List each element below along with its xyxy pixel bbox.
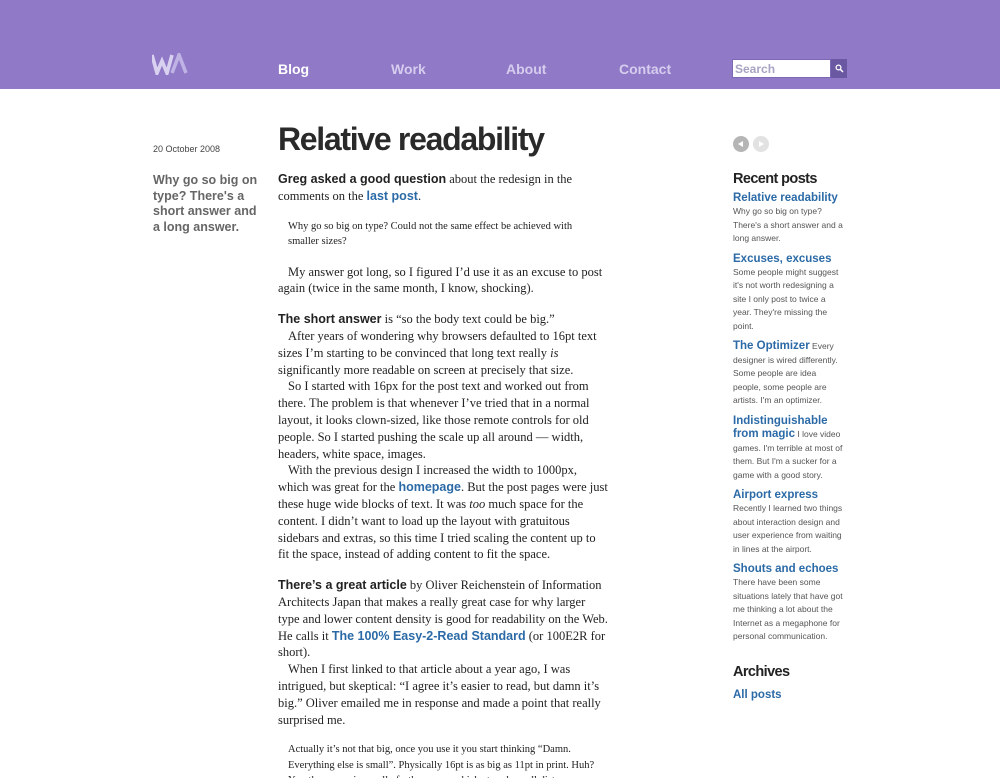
post-summary: Why go so big on type? There's a short a…: [153, 173, 258, 234]
nav-contact[interactable]: Contact: [619, 61, 671, 77]
paragraph-scale: So I started with 16px for the post text…: [278, 379, 590, 461]
easy-2-read-link[interactable]: The 100% Easy-2-Read Standard: [332, 629, 526, 643]
paragraph-first-linked: When I first linked to that article abou…: [278, 662, 601, 727]
recent-post-item: Shouts and echoes There have been some s…: [733, 563, 845, 644]
search-input[interactable]: [732, 59, 831, 78]
nav-blog[interactable]: Blog: [278, 61, 309, 77]
nav-about[interactable]: About: [506, 61, 546, 77]
paragraph-text: is “so the body text could be big.”: [381, 312, 555, 327]
sidebar: Recent posts Relative readability Why go…: [733, 171, 845, 703]
paragraph-browsers: After years of wondering why browsers de…: [278, 328, 608, 378]
recent-post-desc: Recently I learned two things about inte…: [733, 503, 843, 554]
paragraph-short-answer: The short answer is “so the body text co…: [278, 311, 608, 328]
recent-post-desc: There have been some situations lately t…: [733, 577, 843, 641]
paragraph-great-article: There’s a great article by Oliver Reiche…: [278, 577, 608, 661]
recent-post-item: Airport express Recently I learned two t…: [733, 489, 845, 556]
paragraph-text: .: [417, 188, 422, 203]
lead-phrase: Greg asked a good question: [278, 172, 447, 186]
recent-post-link[interactable]: Airport express: [733, 489, 845, 502]
next-post-button[interactable]: [753, 136, 769, 152]
archives-section: Archives All posts: [733, 664, 845, 703]
emphasis-text: too: [469, 496, 486, 511]
homepage-link[interactable]: homepage: [398, 480, 461, 494]
archives-heading: Archives: [733, 663, 790, 680]
recent-post-item: Relative readability Why go so big on ty…: [733, 192, 845, 246]
post-pager: [733, 136, 769, 152]
recent-post-link[interactable]: Shouts and echoes: [733, 563, 845, 576]
paragraph-intro: Greg asked a good question about the red…: [278, 171, 608, 205]
arrow-right-icon: [759, 141, 764, 147]
recent-posts-heading: Recent posts: [733, 171, 817, 187]
recent-post-item: Indistinguishable from magic I love vide…: [733, 415, 845, 483]
lead-phrase: There’s a great article: [278, 578, 407, 593]
lead-phrase: The short answer: [278, 312, 382, 327]
recent-post-desc: Why go so big on type? There's a short a…: [733, 206, 843, 243]
arrow-left-icon: [738, 141, 743, 147]
blockquote-question: Why go so big on type? Could not the sam…: [288, 220, 573, 248]
all-posts-link[interactable]: All posts: [733, 689, 782, 701]
recent-post-item: Excuses, excuses Some people might sugge…: [733, 253, 845, 334]
recent-post-desc: Some people might suggest it's not worth…: [733, 266, 839, 331]
site-header: Blog Work About Contact: [0, 0, 1000, 89]
post-date: 20 October 2008: [153, 144, 221, 154]
last-post-link[interactable]: last post: [367, 189, 418, 203]
post-title: Relative readability: [278, 121, 545, 157]
recent-post-link[interactable]: Excuses, excuses: [733, 253, 845, 266]
paragraph-text: After years of wondering why browsers de…: [278, 328, 597, 360]
paragraph-previous-design: With the previous design I increased the…: [278, 462, 608, 563]
search-button[interactable]: [831, 59, 847, 78]
post-article: Relative readability Greg asked a good q…: [278, 118, 608, 778]
paragraph-answer: My answer got long, so I figured I’d use…: [278, 264, 603, 296]
blockquote-oliver: Actually it’s not that big, once you use…: [288, 744, 595, 778]
paragraph-text: significantly more readable on screen at…: [278, 362, 574, 377]
recent-post-link[interactable]: The Optimizer: [733, 340, 810, 352]
site-logo[interactable]: [152, 53, 192, 75]
recent-post-link[interactable]: Relative readability: [733, 192, 845, 205]
nav-work[interactable]: Work: [391, 61, 426, 77]
emphasis-text: is: [550, 345, 559, 360]
magnifier-icon: [834, 64, 844, 73]
previous-post-button[interactable]: [733, 136, 749, 152]
recent-post-item: The Optimizer Every designer is wired di…: [733, 340, 845, 408]
